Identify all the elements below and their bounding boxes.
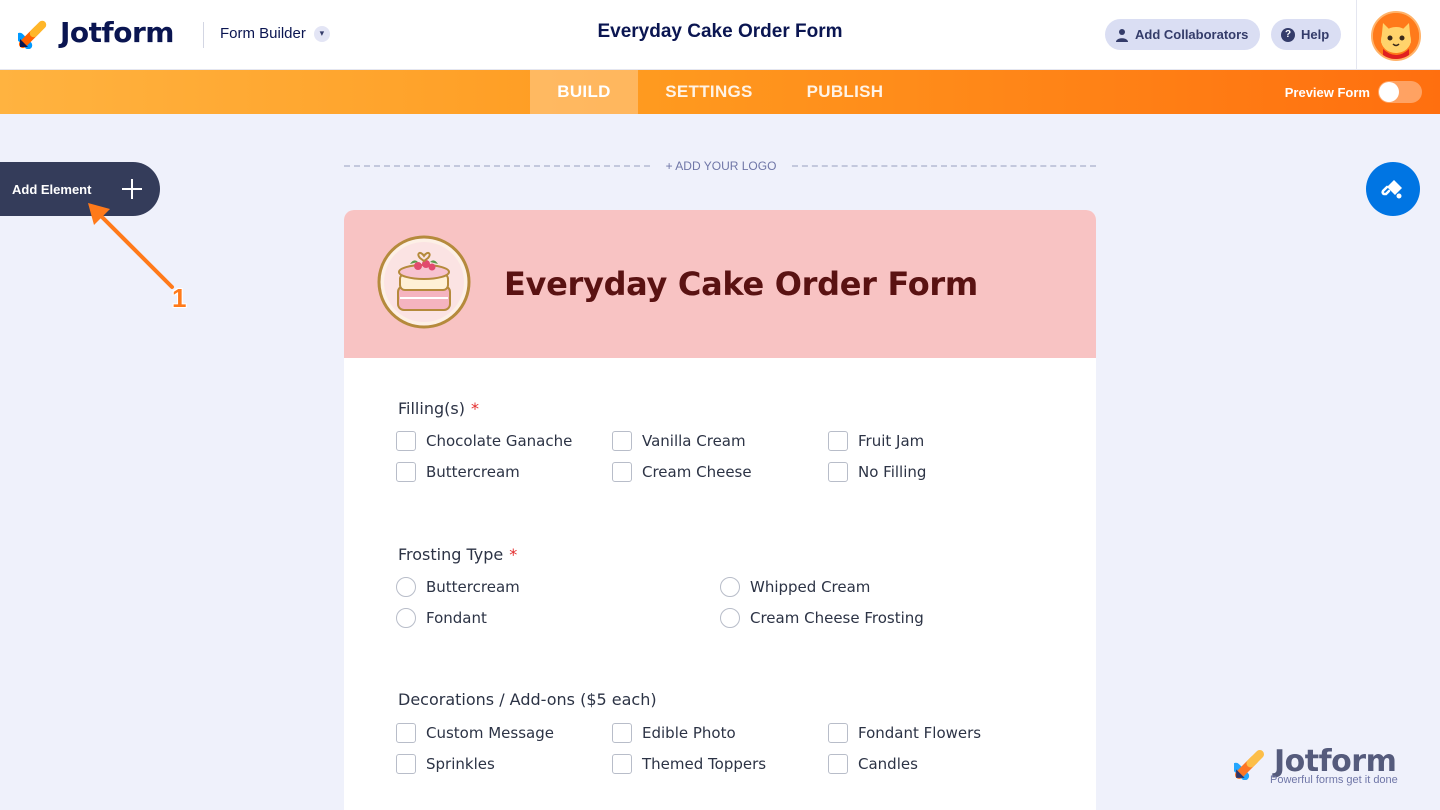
- checkbox[interactable]: [396, 723, 416, 743]
- option-label: Buttercream: [426, 463, 520, 481]
- cat-avatar-icon: [1373, 13, 1419, 59]
- form-card: Everyday Cake Order Form Filling(s) * Cho…: [344, 210, 1096, 810]
- decoration-option[interactable]: Edible Photo: [612, 723, 736, 743]
- option-label: No Filling: [858, 463, 927, 481]
- preview-form: Preview Form: [1285, 81, 1422, 103]
- filling-option[interactable]: Chocolate Ganache: [396, 431, 572, 451]
- logo-dashed-line: [344, 165, 650, 167]
- option-label: Fruit Jam: [858, 432, 925, 450]
- decoration-option[interactable]: Themed Toppers: [612, 754, 766, 774]
- help-label: Help: [1301, 27, 1330, 42]
- option-label: Fondant: [426, 609, 487, 627]
- option-label: Sprinkles: [426, 755, 495, 773]
- chevron-down-icon: ▾: [313, 25, 330, 42]
- top-bar: Jotform Form Builder ▾ Everyday Cake Ord…: [0, 0, 1440, 70]
- watermark-tagline: Powerful forms get it done: [1270, 774, 1398, 786]
- add-collaborators-label: Add Collaborators: [1135, 27, 1249, 42]
- tab-build[interactable]: BUILD: [530, 70, 638, 114]
- frosting-option[interactable]: Fondant: [396, 608, 487, 628]
- checkbox[interactable]: [828, 431, 848, 451]
- checkbox[interactable]: [612, 462, 632, 482]
- filling-option[interactable]: No Filling: [828, 462, 926, 482]
- divider: [1356, 0, 1357, 70]
- filling-option[interactable]: Cream Cheese: [612, 462, 752, 482]
- option-label: Whipped Cream: [750, 578, 871, 596]
- user-icon: [1116, 28, 1128, 42]
- checkbox[interactable]: [828, 723, 848, 743]
- help-button[interactable]: ? Help: [1271, 19, 1342, 50]
- logo-dashed-line: [792, 165, 1096, 167]
- decoration-option[interactable]: Sprinkles: [396, 754, 495, 774]
- option-label: Custom Message: [426, 724, 554, 742]
- decoration-option[interactable]: Fondant Flowers: [828, 723, 981, 743]
- annotation-arrow: [88, 203, 174, 289]
- jotform-wordmark: Jotform: [60, 16, 174, 49]
- help-icon: ?: [1281, 27, 1295, 42]
- option-label: Vanilla Cream: [642, 432, 746, 450]
- avatar[interactable]: [1371, 11, 1421, 61]
- option-label: Chocolate Ganache: [426, 432, 573, 450]
- frosting-label[interactable]: Frosting Type *: [398, 545, 517, 564]
- option-label: Themed Toppers: [642, 755, 767, 773]
- filling-option[interactable]: Vanilla Cream: [612, 431, 746, 451]
- option-label: Cream Cheese: [642, 463, 752, 481]
- frosting-option[interactable]: Cream Cheese Frosting: [720, 608, 924, 628]
- form-builder-dropdown[interactable]: Form Builder ▾: [220, 25, 330, 42]
- option-label: Edible Photo: [642, 724, 736, 742]
- checkbox[interactable]: [612, 754, 632, 774]
- builder-nav: BUILD SETTINGS PUBLISH Preview Form: [0, 70, 1440, 114]
- decoration-option[interactable]: Candles: [828, 754, 918, 774]
- frosting-option[interactable]: Buttercream: [396, 577, 520, 597]
- jotform-logo-icon: [18, 20, 47, 49]
- tab-publish[interactable]: PUBLISH: [790, 70, 900, 114]
- cake-icon: [377, 235, 471, 329]
- jotform-logo[interactable]: Jotform: [18, 16, 174, 49]
- add-logo-link[interactable]: + ADD YOUR LOGO: [650, 159, 792, 173]
- form-builder-label: Form Builder: [220, 25, 306, 42]
- filling-option[interactable]: Buttercream: [396, 462, 520, 482]
- radio[interactable]: [720, 577, 740, 597]
- frosting-label-text: Frosting Type: [398, 545, 504, 564]
- frosting-option[interactable]: Whipped Cream: [720, 577, 870, 597]
- tab-settings[interactable]: SETTINGS: [648, 70, 770, 114]
- decoration-option[interactable]: Custom Message: [396, 723, 554, 743]
- filling-option[interactable]: Fruit Jam: [828, 431, 924, 451]
- paint-roller-icon: [1381, 180, 1402, 199]
- option-label: Candles: [858, 755, 918, 773]
- radio[interactable]: [396, 577, 416, 597]
- checkbox[interactable]: [396, 462, 416, 482]
- preview-form-label: Preview Form: [1284, 84, 1370, 100]
- decorations-label[interactable]: Decorations / Add-ons ($5 each): [398, 690, 657, 709]
- option-label: Buttercream: [426, 578, 520, 596]
- radio[interactable]: [396, 608, 416, 628]
- divider: [203, 22, 204, 48]
- option-label: Cream Cheese Frosting: [750, 609, 924, 627]
- annotation-number: 1: [172, 283, 187, 313]
- required-marker: *: [470, 399, 479, 418]
- form-heading: Everyday Cake Order Form: [504, 265, 978, 303]
- option-label: Fondant Flowers: [858, 724, 982, 742]
- fillings-label[interactable]: Filling(s) *: [398, 399, 479, 418]
- checkbox[interactable]: [828, 754, 848, 774]
- form-header[interactable]: Everyday Cake Order Form: [344, 210, 1096, 358]
- checkbox[interactable]: [612, 723, 632, 743]
- preview-form-toggle[interactable]: [1378, 81, 1422, 103]
- radio[interactable]: [720, 608, 740, 628]
- fillings-label-text: Filling(s): [398, 399, 465, 418]
- checkbox[interactable]: [396, 431, 416, 451]
- jotform-watermark: Jotform Powerful forms get it done: [1234, 744, 1414, 790]
- toggle-knob: [1379, 82, 1399, 102]
- required-marker: *: [509, 545, 518, 564]
- jotform-logo-icon: [1234, 749, 1265, 780]
- checkbox[interactable]: [396, 754, 416, 774]
- form-designer-button[interactable]: [1366, 162, 1420, 216]
- add-collaborators-button[interactable]: Add Collaborators: [1105, 19, 1261, 50]
- checkbox[interactable]: [612, 431, 632, 451]
- checkbox[interactable]: [828, 462, 848, 482]
